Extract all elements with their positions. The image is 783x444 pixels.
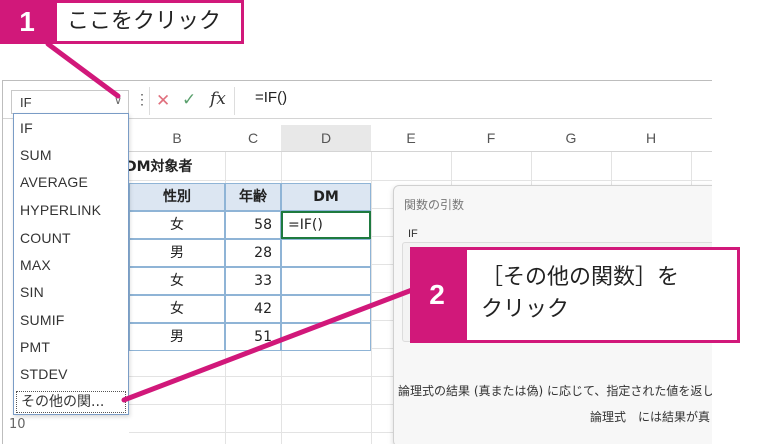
column-header-b[interactable]: B: [129, 125, 225, 151]
step-2-line-2: クリック: [481, 297, 570, 322]
column-header-c[interactable]: C: [225, 125, 281, 151]
callout-step-2: 2 ［その他の関数］を クリック: [410, 247, 740, 343]
cell-dm[interactable]: [281, 295, 371, 323]
cancel-icon[interactable]: ✕: [156, 91, 170, 111]
formula-input[interactable]: =IF(): [255, 89, 287, 106]
more-functions-item[interactable]: その他の関...: [16, 391, 126, 413]
dropdown-item-max[interactable]: MAX: [20, 257, 51, 273]
header-age[interactable]: 年齢: [225, 183, 281, 211]
gridline: [129, 180, 712, 181]
cell-age[interactable]: 28: [225, 239, 281, 267]
cell-age[interactable]: 58: [225, 211, 281, 239]
enter-icon[interactable]: ✓: [182, 90, 196, 110]
dropdown-item-average[interactable]: AVERAGE: [20, 174, 88, 190]
cell-age[interactable]: 51: [225, 323, 281, 351]
cell-gender[interactable]: 男: [129, 323, 225, 351]
dropdown-item-stdev[interactable]: STDEV: [20, 366, 68, 382]
step-1-text: ここをクリック: [54, 0, 244, 44]
dropdown-item-count[interactable]: COUNT: [20, 230, 71, 246]
active-cell-dm[interactable]: =IF(): [281, 211, 371, 239]
dialog-function-name: IF: [408, 228, 418, 240]
cell-age[interactable]: 33: [225, 267, 281, 295]
function-dropdown: IF SUM AVERAGE HYPERLINK COUNT MAX SIN S…: [13, 113, 129, 415]
dialog-description: 論理式の結果 (真または偽) に応じて、指定された値を返し: [398, 384, 712, 398]
column-header-d[interactable]: D: [281, 125, 371, 151]
dropdown-item-sum[interactable]: SUM: [20, 147, 52, 163]
step-1-badge: 1: [0, 0, 54, 44]
cell-gender[interactable]: 男: [129, 239, 225, 267]
dropdown-item-if[interactable]: IF: [20, 120, 33, 136]
insert-function-icon[interactable]: fx: [210, 89, 226, 109]
cell-gender[interactable]: 女: [129, 267, 225, 295]
dialog-title: 関数の引数: [404, 198, 465, 212]
gridline: [371, 152, 372, 444]
column-header-e[interactable]: E: [371, 125, 451, 151]
chevron-down-icon[interactable]: ∨: [114, 94, 122, 107]
header-gender[interactable]: 性別: [129, 183, 225, 211]
name-box[interactable]: IF ∨: [11, 90, 129, 114]
dropdown-item-hyperlink[interactable]: HYPERLINK: [20, 202, 101, 218]
callout-step-1: 1 ここをクリック: [0, 0, 245, 44]
table-title[interactable]: DM対象者: [125, 154, 245, 180]
cell-dm[interactable]: [281, 239, 371, 267]
column-header-h[interactable]: H: [611, 125, 691, 151]
step-2-line-1: ［その他の関数］を: [481, 265, 680, 290]
dropdown-item-sumif[interactable]: SUMIF: [20, 312, 65, 328]
dropdown-item-sin[interactable]: SIN: [20, 284, 44, 300]
cell-age[interactable]: 42: [225, 295, 281, 323]
cell-dm[interactable]: [281, 323, 371, 351]
header-dm[interactable]: DM: [281, 183, 371, 211]
column-header-f[interactable]: F: [451, 125, 531, 151]
name-box-value: IF: [20, 95, 32, 110]
step-2-text: ［その他の関数］を クリック: [464, 247, 740, 343]
argument-description: 論理式 には結果が真ま: [590, 410, 712, 424]
cell-gender[interactable]: 女: [129, 211, 225, 239]
more-options-icon[interactable]: ⋮: [135, 91, 149, 108]
step-2-badge: 2: [410, 247, 464, 343]
dropdown-item-pmt[interactable]: PMT: [20, 339, 50, 355]
cell-gender[interactable]: 女: [129, 295, 225, 323]
column-header-g[interactable]: G: [531, 125, 611, 151]
formula-buttons: ✕ ✓ fx: [149, 87, 235, 115]
row-header-10[interactable]: 10: [9, 417, 26, 432]
cell-dm[interactable]: [281, 267, 371, 295]
